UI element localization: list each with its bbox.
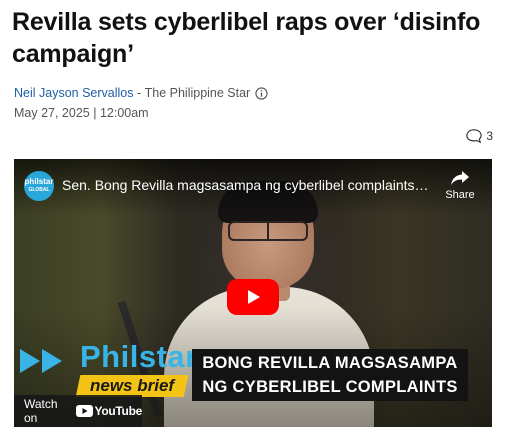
brand-name: Philstar <box>80 339 198 374</box>
author-link[interactable]: Neil Jayson Servallos <box>14 86 134 100</box>
share-button[interactable]: Share <box>442 169 478 201</box>
youtube-logo-icon <box>75 405 93 417</box>
byline-separator: - <box>133 86 145 100</box>
comments-button[interactable]: 3 <box>465 128 493 144</box>
video-embed[interactable]: philstar GLOBAL Sen. Bong Revilla magsas… <box>14 159 492 427</box>
channel-avatar[interactable]: philstar GLOBAL <box>24 171 54 201</box>
youtube-label: YouTube <box>94 404 143 418</box>
article-headline: Revilla sets cyberlibel raps over ‘disin… <box>12 8 481 68</box>
byline: Neil Jayson Servallos - The Philippine S… <box>14 86 268 100</box>
comment-count: 3 <box>486 129 493 143</box>
watch-on-label: Watch on <box>24 397 58 425</box>
info-icon[interactable] <box>255 86 268 100</box>
caption-line-1: BONG REVILLA MAGSASAMPA <box>202 354 458 372</box>
source-name: The Philippine Star <box>144 86 251 100</box>
brand-arrows-icon <box>20 349 62 373</box>
youtube-logo: YouTube <box>75 404 143 418</box>
video-title[interactable]: Sen. Bong Revilla magsasampa ng cyberlib… <box>62 177 432 193</box>
share-icon <box>451 171 469 185</box>
channel-logo-text: philstar <box>24 177 54 186</box>
lower-third-caption: BONG REVILLA MAGSASAMPA NG CYBERLIBEL CO… <box>192 349 468 401</box>
publish-date: May 27, 2025 | 12:00am <box>14 106 149 120</box>
share-label: Share <box>445 189 475 201</box>
caption-line-2: NG CYBERLIBEL COMPLAINTS <box>202 378 458 396</box>
play-button[interactable] <box>227 279 279 315</box>
speaker-glasses <box>228 221 308 241</box>
comment-icon <box>465 128 483 144</box>
play-icon <box>248 290 260 304</box>
channel-logo-subtext: GLOBAL <box>28 187 50 193</box>
watch-on-youtube-button[interactable]: Watch on YouTube <box>14 395 142 427</box>
brand-tagline-text: news brief <box>89 376 175 395</box>
brand-tagline: news brief <box>75 375 189 397</box>
